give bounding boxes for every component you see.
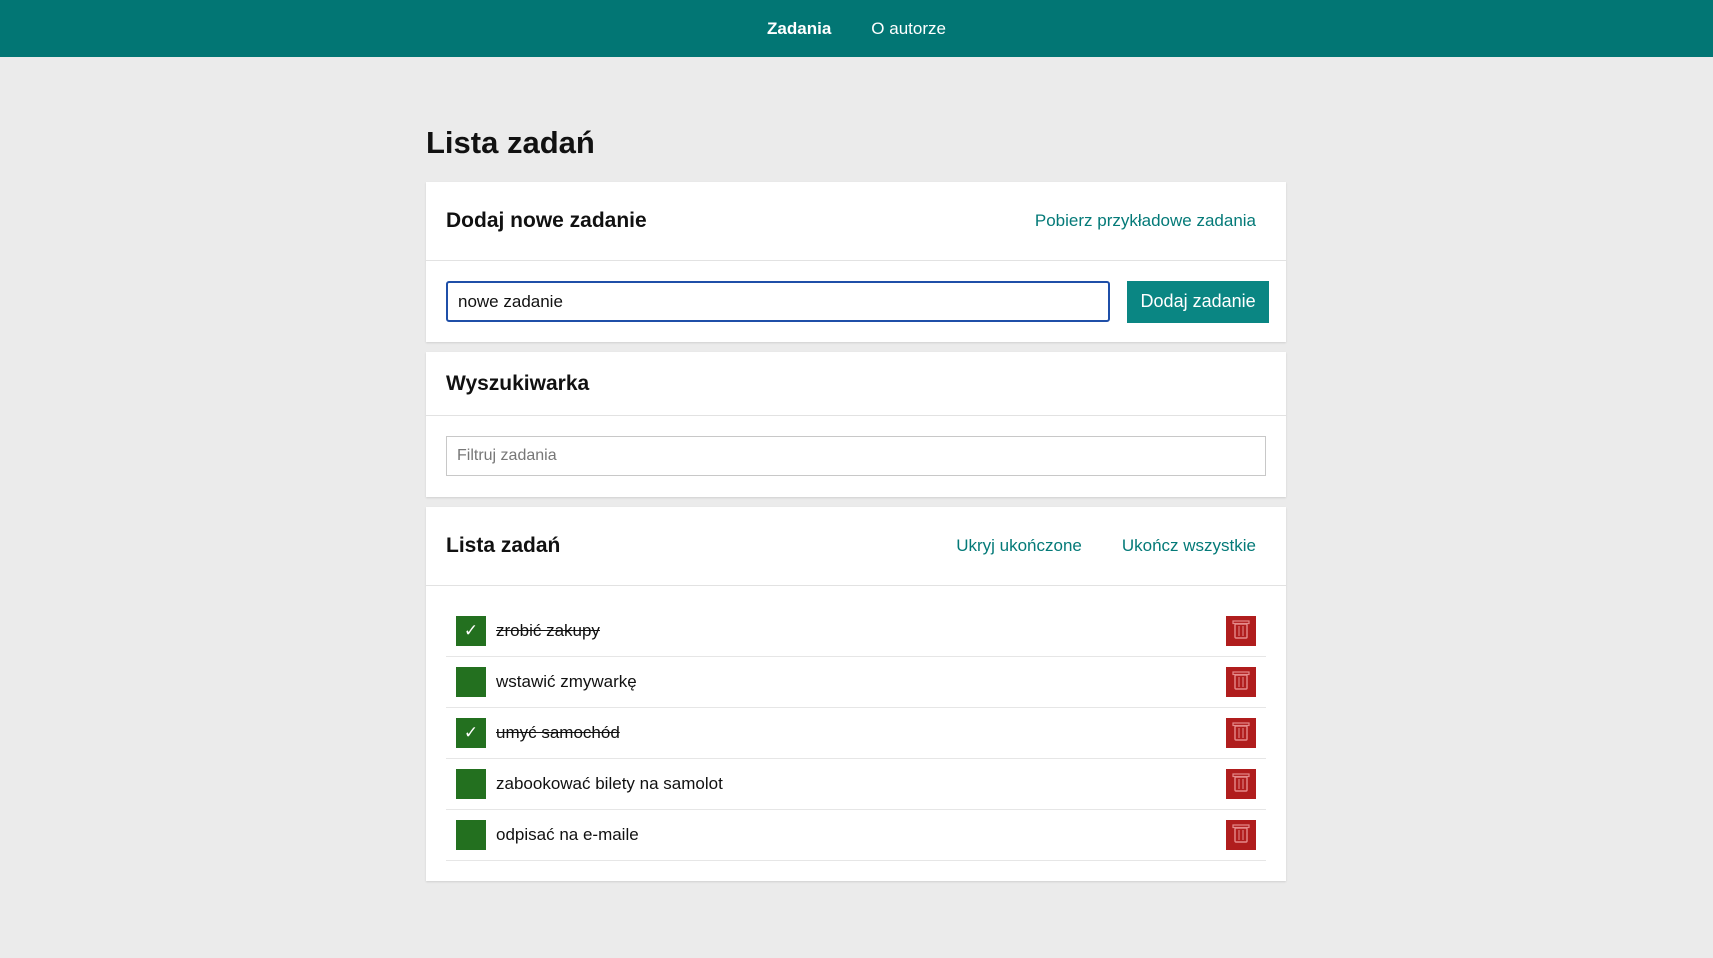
task-list-card: Lista zadań Ukryj ukończone Ukończ wszys…	[426, 507, 1286, 881]
trash-icon	[1231, 720, 1251, 747]
trash-icon	[1231, 822, 1251, 849]
search-title: Wyszukiwarka	[446, 371, 590, 395]
task-list-title: Lista zadań	[446, 534, 561, 557]
nav-tasks-link[interactable]: Zadania	[767, 19, 831, 39]
task-row: wstawić zmywarkę	[446, 657, 1266, 708]
task-checkbox[interactable]	[456, 667, 486, 697]
delete-task-button[interactable]	[1226, 667, 1256, 697]
complete-all-link[interactable]: Ukończ wszystkie	[1122, 536, 1256, 556]
delete-task-button[interactable]	[1226, 820, 1256, 850]
check-icon: ✓	[463, 621, 479, 640]
new-task-input[interactable]	[446, 281, 1111, 322]
task-row: ✓ zrobić zakupy	[446, 606, 1266, 657]
task-checkbox[interactable]	[456, 820, 486, 850]
top-navigation: Zadania O autorze	[0, 0, 1713, 57]
check-icon: ✓	[463, 723, 479, 742]
trash-icon	[1231, 669, 1251, 696]
task-row: zabookować bilety na samolot	[446, 759, 1266, 810]
trash-icon	[1231, 771, 1251, 798]
filter-tasks-input[interactable]	[446, 436, 1266, 476]
task-text: zabookować bilety na samolot	[496, 774, 723, 793]
search-header: Wyszukiwarka	[426, 352, 1286, 416]
task-list: ✓ zrobić zakupy wstawić zmywarkę ✓ umyć samo…	[426, 586, 1286, 881]
task-checkbox[interactable]: ✓	[456, 616, 486, 646]
add-task-card: Dodaj nowe zadanie Pobierz przykładowe z…	[426, 182, 1286, 342]
main-container: Lista zadań Dodaj nowe zadanie Pobierz p…	[426, 118, 1286, 891]
trash-icon	[1231, 618, 1251, 645]
hide-completed-link[interactable]: Ukryj ukończone	[956, 536, 1082, 556]
task-text: zrobić zakupy	[496, 621, 600, 640]
nav-about-link[interactable]: O autorze	[871, 19, 946, 39]
add-task-button[interactable]: Dodaj zadanie	[1127, 280, 1269, 323]
task-row: ✓ umyć samochód	[446, 708, 1266, 759]
task-row: odpisać na e-maile	[446, 810, 1266, 861]
add-task-title: Dodaj nowe zadanie	[446, 209, 647, 232]
task-checkbox[interactable]: ✓	[456, 718, 486, 748]
delete-task-button[interactable]	[1226, 769, 1256, 799]
task-checkbox[interactable]	[456, 769, 486, 799]
delete-task-button[interactable]	[1226, 616, 1256, 646]
task-text: umyć samochód	[496, 723, 620, 742]
task-list-header: Lista zadań Ukryj ukończone Ukończ wszys…	[426, 507, 1286, 586]
add-task-header: Dodaj nowe zadanie Pobierz przykładowe z…	[426, 182, 1286, 261]
delete-task-button[interactable]	[1226, 718, 1256, 748]
task-text: wstawić zmywarkę	[496, 672, 637, 691]
fetch-examples-link[interactable]: Pobierz przykładowe zadania	[1035, 211, 1256, 231]
search-card: Wyszukiwarka	[426, 352, 1286, 497]
task-text: odpisać na e-maile	[496, 825, 639, 844]
page-title: Lista zadań	[426, 125, 595, 160]
